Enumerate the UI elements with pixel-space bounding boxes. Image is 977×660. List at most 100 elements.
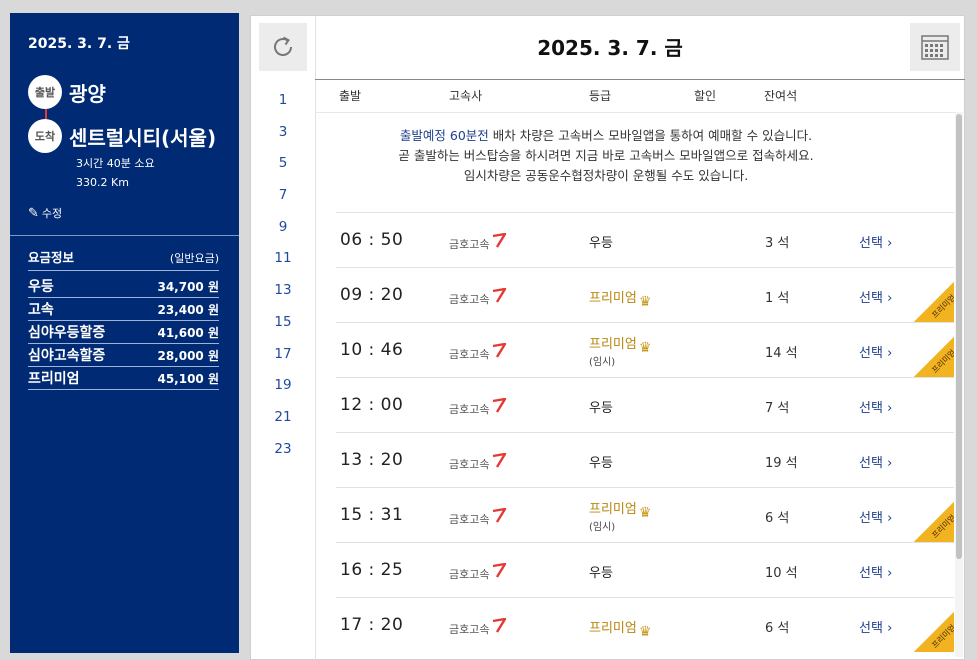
arrival-stop: 도착 센트럴시티(서울) bbox=[28, 119, 216, 153]
fare-value: 34,700 원 bbox=[157, 279, 219, 294]
company-logo: 금호고속 bbox=[449, 287, 509, 310]
bus-grade: 우등 bbox=[589, 566, 613, 581]
trip-duration: 3시간 40분 소요 bbox=[76, 157, 155, 170]
select-button[interactable]: 선택 › bbox=[859, 232, 892, 251]
premium-ribbon: 프리미엄 bbox=[914, 282, 954, 322]
select-button[interactable]: 선택 › bbox=[859, 452, 892, 471]
select-button[interactable]: 선택 › bbox=[859, 562, 892, 581]
fare-subtitle: (일반요금) bbox=[169, 252, 219, 265]
schedule-row[interactable]: 15 : 31 금호고속 프리미엄 ♛ (임시) 6 석 선택 › 프리미엄 bbox=[336, 487, 954, 542]
chevron-right-icon: › bbox=[887, 621, 893, 636]
hour-link[interactable]: 5 bbox=[251, 153, 315, 185]
bus-grade: 프리미엄 ♛ bbox=[589, 621, 652, 640]
schedule-list: 06 : 50 금호고속 우등 3 석 선택 › 09 : 20 금호고속 프리… bbox=[336, 212, 954, 652]
bus-grade: 우등 bbox=[589, 401, 613, 416]
bus-grade: 우등 bbox=[589, 456, 613, 471]
fare-value: 45,100 원 bbox=[157, 371, 219, 386]
schedule-row[interactable]: 12 : 00 금호고속 우등 7 석 선택 › bbox=[336, 377, 954, 432]
departure-time: 06 : 50 bbox=[340, 230, 404, 250]
col-seats: 잔여석 bbox=[764, 89, 798, 103]
departure-time: 17 : 20 bbox=[340, 615, 404, 635]
remaining-seats: 3 석 bbox=[765, 236, 790, 251]
select-button[interactable]: 선택 › bbox=[859, 507, 892, 526]
calendar-icon bbox=[921, 35, 949, 60]
select-button[interactable]: 선택 › bbox=[859, 342, 892, 361]
booking-notice: 출발예정 60분전 배차 차량은 고속버스 모바일앱을 통하여 예매할 수 있습… bbox=[336, 126, 876, 186]
fare-row: 우등 34,700 원 bbox=[28, 275, 219, 298]
departure-time: 09 : 20 bbox=[340, 285, 404, 305]
hour-link[interactable]: 7 bbox=[251, 185, 315, 217]
hour-link[interactable]: 11 bbox=[251, 248, 315, 280]
hour-link[interactable]: 1 bbox=[251, 90, 315, 122]
arrival-badge: 도착 bbox=[28, 119, 62, 153]
departure-time: 10 : 46 bbox=[340, 340, 404, 360]
fare-label: 심야우등할증 bbox=[28, 325, 106, 341]
header-divider bbox=[315, 79, 965, 80]
departure-name: 광양 bbox=[69, 81, 106, 106]
remaining-seats: 6 석 bbox=[765, 511, 790, 526]
remaining-seats: 6 석 bbox=[765, 621, 790, 636]
col-depart: 출발 bbox=[339, 89, 362, 103]
sidebar-date: 2025. 3. 7. 금 bbox=[28, 36, 130, 52]
crown-icon: ♛ bbox=[638, 505, 652, 521]
fare-row: 심야우등할증 41,600 원 bbox=[28, 321, 219, 344]
remaining-seats: 14 석 bbox=[765, 346, 798, 361]
schedule-row[interactable]: 13 : 20 금호고속 우등 19 석 선택 › bbox=[336, 432, 954, 487]
select-button[interactable]: 선택 › bbox=[859, 617, 892, 636]
fare-row: 프리미엄 45,100 원 bbox=[28, 367, 219, 390]
hour-link[interactable]: 23 bbox=[251, 439, 315, 471]
hour-index: 1 3 5 7 9 11 13 15 17 19 21 23 bbox=[251, 90, 315, 470]
scrollbar[interactable] bbox=[955, 112, 963, 657]
schedule-row[interactable]: 06 : 50 금호고속 우등 3 석 선택 › bbox=[336, 212, 954, 267]
hour-link[interactable]: 17 bbox=[251, 344, 315, 376]
trip-distance: 330.2 Km bbox=[76, 176, 129, 189]
bus-grade: 프리미엄 ♛ bbox=[589, 291, 652, 310]
fare-list: 우등 34,700 원 고속 23,400 원 심야우등할증 41,600 원 심야고… bbox=[28, 275, 219, 390]
crown-icon: ♛ bbox=[638, 624, 652, 640]
schedule-panel: 2025. 3. 7. 금 1 3 5 7 9 11 13 15 17 19 2… bbox=[250, 15, 965, 660]
arrival-name: 센트럴시티(서울) bbox=[69, 125, 217, 150]
select-button[interactable]: 선택 › bbox=[859, 287, 892, 306]
chevron-right-icon: › bbox=[887, 346, 893, 361]
company-logo: 금호고속 bbox=[449, 507, 509, 530]
edit-label: 수정 bbox=[41, 207, 63, 220]
departure-time: 12 : 00 bbox=[340, 395, 404, 415]
notice-line1: 배차 차량은 고속버스 모바일앱을 통하여 예매할 수 있습니다. bbox=[488, 128, 813, 143]
col-discount: 할인 bbox=[694, 89, 717, 103]
select-button[interactable]: 선택 › bbox=[859, 397, 892, 416]
fare-row: 심야고속할증 28,000 원 bbox=[28, 344, 219, 367]
company-logo: 금호고속 bbox=[449, 562, 509, 585]
fare-header: 요금정보 (일반요금) bbox=[28, 247, 219, 271]
svg-text:금호고속: 금호고속 bbox=[449, 568, 489, 581]
company-logo: 금호고속 bbox=[449, 342, 509, 365]
schedule-row[interactable]: 10 : 46 금호고속 프리미엄 ♛ (임시) 14 석 선택 › 프리미엄 bbox=[336, 322, 954, 377]
fare-label: 우등 bbox=[28, 279, 54, 295]
hour-link[interactable]: 19 bbox=[251, 375, 315, 407]
hour-link[interactable]: 9 bbox=[251, 217, 315, 249]
chevron-right-icon: › bbox=[887, 566, 893, 581]
hour-link[interactable]: 13 bbox=[251, 280, 315, 312]
refresh-icon bbox=[274, 36, 292, 56]
svg-text:금호고속: 금호고속 bbox=[449, 293, 489, 306]
schedule-row[interactable]: 09 : 20 금호고속 프리미엄 ♛ 1 석 선택 › 프리미엄 bbox=[336, 267, 954, 322]
fare-label: 프리미엄 bbox=[28, 371, 80, 387]
schedule-row[interactable]: 16 : 25 금호고속 우등 10 석 선택 › bbox=[336, 542, 954, 597]
hour-link[interactable]: 15 bbox=[251, 312, 315, 344]
notice-highlight: 출발예정 60분전 bbox=[399, 128, 489, 143]
hour-link[interactable]: 3 bbox=[251, 122, 315, 154]
fare-label: 심야고속할증 bbox=[28, 348, 106, 364]
svg-text:금호고속: 금호고속 bbox=[449, 458, 489, 471]
chevron-right-icon: › bbox=[887, 291, 893, 306]
hour-link[interactable]: 21 bbox=[251, 407, 315, 439]
scrollbar-thumb[interactable] bbox=[956, 114, 962, 559]
calendar-button[interactable] bbox=[910, 23, 960, 71]
bus-grade: 우등 bbox=[589, 236, 613, 251]
refresh-button[interactable] bbox=[259, 23, 307, 71]
chevron-right-icon: › bbox=[887, 511, 893, 526]
chevron-right-icon: › bbox=[887, 401, 893, 416]
departure-time: 13 : 20 bbox=[340, 450, 404, 470]
company-logo: 금호고속 bbox=[449, 617, 509, 640]
schedule-row[interactable]: 17 : 20 금호고속 프리미엄 ♛ 6 석 선택 › 프리미엄 bbox=[336, 597, 954, 652]
remaining-seats: 1 석 bbox=[765, 291, 790, 306]
edit-route-button[interactable]: ✎ 수정 bbox=[28, 205, 62, 221]
